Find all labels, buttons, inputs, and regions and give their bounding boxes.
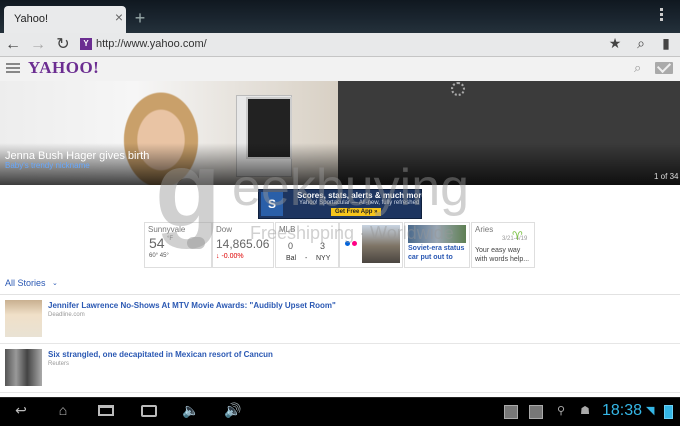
back-arrow-icon[interactable]: ← (3, 35, 23, 54)
forward-arrow-icon[interactable]: → (28, 35, 48, 54)
home-icon[interactable]: ⌂ (52, 401, 74, 419)
yahoo-search-icon[interactable]: ⌕ (634, 61, 648, 75)
back-icon[interactable]: ↩ (10, 401, 32, 419)
story-title[interactable]: Jennifer Lawrence No-Shows At MTV Movie … (48, 301, 336, 310)
story-title[interactable]: Six strangled, one decapitated in Mexica… (48, 350, 273, 359)
stories-filter-bar (0, 270, 680, 295)
horoscope-widget[interactable]: Aries 3/21-4/19 ♈ Your easy way with wor… (471, 222, 535, 268)
all-stories-dropdown[interactable]: All Stories (5, 278, 46, 288)
notification-image-icon[interactable] (504, 405, 518, 419)
mlb-team-home: NYY (316, 255, 331, 262)
horoscope-text-line1: Your easy way (475, 247, 521, 254)
screenshot-icon[interactable] (141, 405, 157, 417)
usb-icon[interactable]: ⚲ (556, 404, 566, 418)
news-headline-line1[interactable]: Soviet-era status (408, 245, 464, 252)
yahoo-favicon-icon: Y (80, 38, 92, 50)
url-input[interactable] (96, 35, 396, 53)
story-thumbnail[interactable] (5, 349, 42, 386)
horoscope-text-line2: with words help... (475, 256, 530, 263)
chevron-down-icon[interactable]: ⌄ (52, 279, 58, 287)
slide-counter: 1 of 34 (654, 172, 679, 181)
story-item[interactable]: Jennifer Lawrence No-Shows At MTV Movie … (0, 295, 680, 344)
story-source: Reuters (48, 361, 70, 367)
menu-icon[interactable] (6, 63, 20, 74)
weather-range: 60° 45° (149, 253, 169, 259)
overflow-menu-icon[interactable] (658, 8, 666, 24)
recent-apps-icon[interactable] (98, 405, 114, 416)
watermark-tagline: Freeshipping · Worldwide (250, 223, 454, 243)
yahoo-header (0, 57, 680, 82)
mail-icon[interactable] (655, 62, 673, 74)
dow-change: ↓ -0.00% (216, 253, 244, 260)
hero-subtitle[interactable]: Baby's trendy nickname (5, 161, 90, 170)
battery-icon (664, 405, 673, 419)
new-tab-icon[interactable]: + (132, 9, 148, 27)
search-icon[interactable]: ⌕ (632, 34, 650, 52)
wifi-icon: ◥ (646, 405, 655, 417)
yahoo-logo[interactable]: YAHOO! (28, 58, 99, 78)
story-thumbnail[interactable] (5, 300, 42, 337)
aries-icon: ♈ (512, 229, 523, 243)
volume-up-icon[interactable]: 🔊 (222, 401, 244, 419)
mlb-team-away: Bal (286, 255, 297, 262)
bookmark-star-icon[interactable]: ★ (606, 34, 624, 52)
watermark-brand: eekbuying (232, 159, 470, 217)
system-clock[interactable]: 18:38 (602, 402, 642, 420)
loading-spinner-icon (451, 82, 465, 96)
notification-image-icon[interactable] (529, 405, 543, 419)
reload-icon[interactable]: ↻ (53, 35, 73, 54)
horoscope-sign: Aries (475, 225, 494, 234)
mlb-separator: - (305, 255, 308, 262)
story-item[interactable]: Six strangled, one decapitated in Mexica… (0, 344, 680, 393)
close-tab-icon[interactable]: × (112, 10, 126, 24)
story-source: Deadline.com (48, 312, 85, 318)
android-debug-icon[interactable]: ☗ (578, 405, 592, 417)
watermark-letter: g (155, 128, 221, 249)
browser-tab[interactable]: Yahoo! × (4, 6, 126, 33)
bookmarks-icon[interactable]: ▮ (657, 34, 675, 52)
tab-title: Yahoo! (14, 13, 49, 25)
news-headline-line2[interactable]: car put out to (408, 254, 453, 261)
volume-down-icon[interactable]: 🔈 (180, 401, 202, 419)
